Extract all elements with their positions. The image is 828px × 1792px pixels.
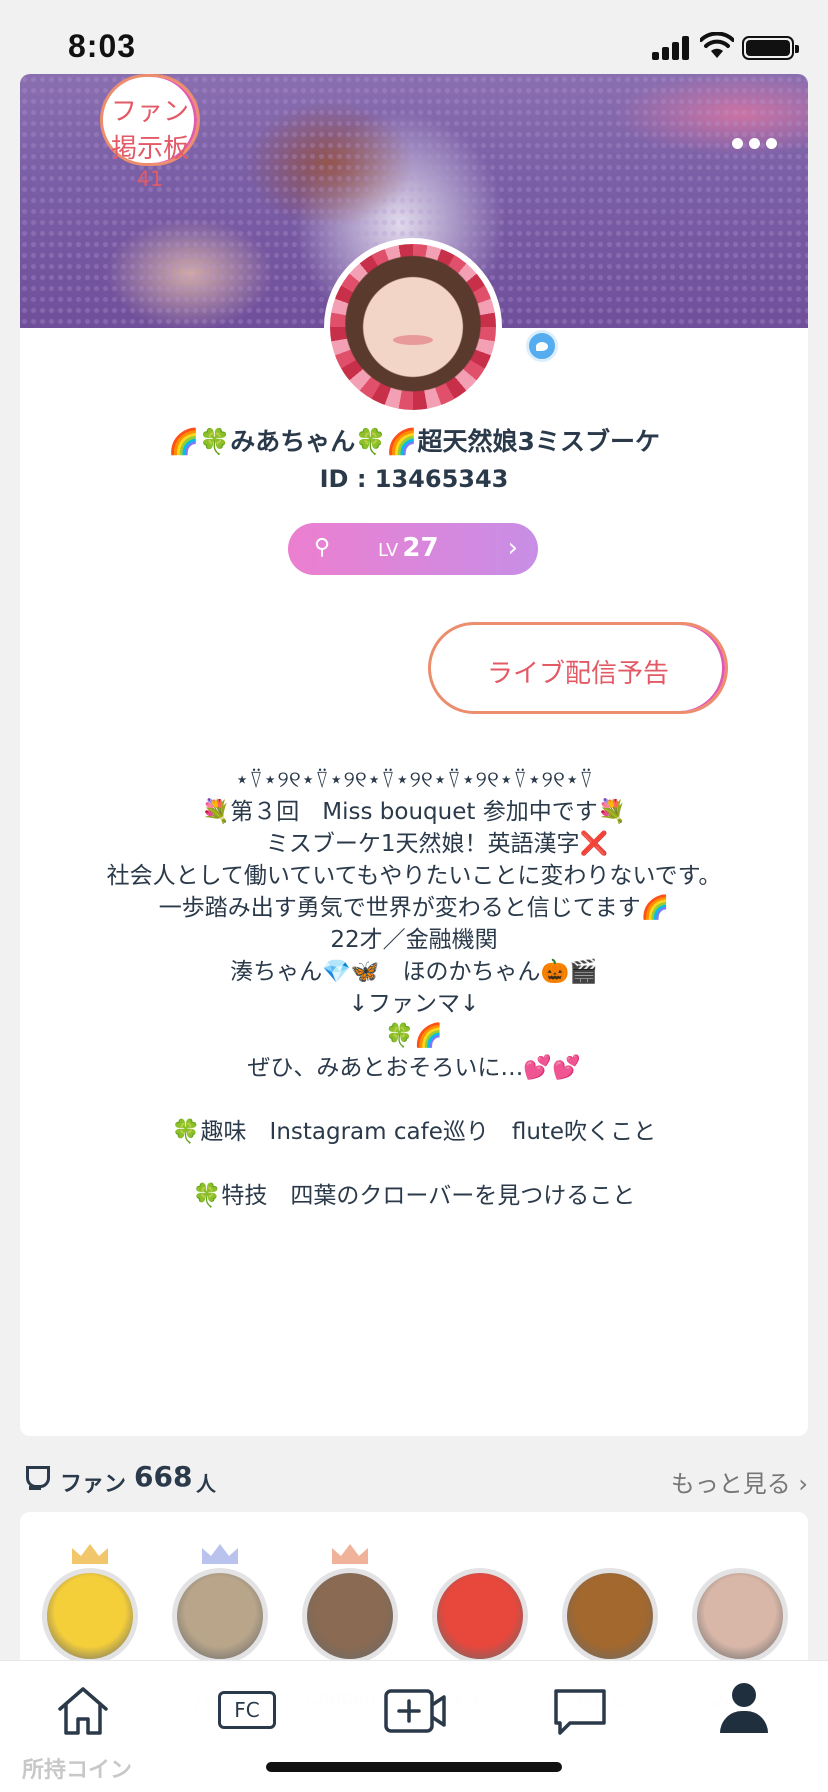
bio-line: 🍀趣味 Instagram cafe巡り flute吹くこと: [171, 1119, 657, 1145]
level-button[interactable]: ⚲ LV 27 ›: [288, 523, 538, 575]
tab-go-live[interactable]: [382, 1683, 448, 1739]
bio-line: ぜひ、みあとおそろいに…💕💕: [247, 1055, 581, 1081]
fans-count: 668: [134, 1460, 193, 1493]
fans-unit: 人: [196, 1472, 216, 1496]
user-icon: [732, 1683, 756, 1707]
coins-label: 所持コイン: [22, 1758, 133, 1783]
bio-line: 💐第３回 Miss bouquet 参加中です💐: [201, 799, 627, 825]
bio-line: ミスブーケ1天然娘！英語漢字❌: [219, 831, 609, 857]
profile-bio: ⋆⍢⋆୨୧⋆⍢⋆୨୧⋆⍢⋆୨୧⋆⍢⋆୨୧⋆⍢⋆୨୧⋆⍢ 💐第３回 Miss bo…: [20, 764, 808, 1212]
chat-icon: [554, 1689, 606, 1735]
battery-icon: [742, 36, 799, 60]
status-time: 8:03: [68, 28, 137, 64]
bio-line: ⋆⍢⋆୨୧⋆⍢⋆୨୧⋆⍢⋆୨୧⋆⍢⋆୨୧⋆⍢⋆୨୧⋆⍢: [234, 767, 594, 793]
more-options-icon[interactable]: [732, 134, 784, 149]
tab-my-page[interactable]: [712, 1683, 778, 1739]
tab-home[interactable]: [50, 1683, 116, 1739]
level-icon: ⚲: [314, 535, 331, 560]
fan-avatar[interactable]: [432, 1568, 528, 1664]
bio-line: 湊ちゃん💎🦋 ほのかちゃん🎃🎬: [230, 959, 598, 985]
live-schedule-button[interactable]: ライブ配信予告: [428, 622, 728, 714]
bio-line: 社会人として働いていてもやりたいことに変わりないです。: [106, 863, 722, 889]
fan-avatar[interactable]: [562, 1568, 658, 1664]
signal-icon: [652, 34, 692, 60]
profile-card: 🌈🍀みあちゃん🍀🌈超天然娘3ミスブーケ ID : 13465343 ⚲ LV 27…: [20, 74, 808, 1436]
fan-board-button[interactable]: ファン掲示板 41: [100, 74, 200, 191]
live-schedule-label: ライブ配信予告: [486, 659, 669, 689]
video-add-icon: [384, 1689, 446, 1733]
fan-avatar[interactable]: [172, 1568, 268, 1664]
bio-line: ↓ファンマ↓: [348, 991, 480, 1017]
fans-header: ファン 668 人 もっと見る ›: [20, 1460, 808, 1500]
status-bar: 8:03: [0, 0, 828, 74]
bio-line: 22才／金融機関: [330, 927, 498, 953]
tab-messages[interactable]: [548, 1683, 614, 1739]
bio-spacer: [20, 1084, 808, 1116]
tab-fanclub[interactable]: FC: [214, 1683, 280, 1739]
crown-icon: [332, 1538, 368, 1564]
bio-line: 🍀特技 四葉のクローバーを見つけること: [192, 1183, 636, 1209]
bio-line: 一歩踏み出す勇気で世界が変わると信じてます🌈: [158, 895, 670, 921]
chevron-right-icon: ›: [507, 533, 518, 563]
profile-nickname: 🌈🍀みあちゃん🍀🌈超天然娘3ミスブーケ: [168, 427, 660, 456]
trophy-icon: [20, 1466, 50, 1492]
fan-board-count: 41: [136, 167, 164, 191]
bio-line: 🍀🌈: [385, 1023, 443, 1049]
fan-avatar[interactable]: [302, 1568, 398, 1664]
home-indicator[interactable]: [266, 1762, 562, 1772]
fans-label: ファン: [60, 1472, 127, 1497]
crown-icon: [72, 1538, 108, 1564]
profile-avatar[interactable]: [324, 238, 502, 416]
home-icon: [58, 1687, 108, 1735]
fanclub-icon: FC: [218, 1691, 276, 1729]
level-label: LV 27: [378, 533, 439, 563]
crown-icon: [202, 1538, 238, 1564]
see-more-link[interactable]: もっと見る ›: [671, 1464, 808, 1499]
twitter-icon[interactable]: [526, 330, 558, 362]
fan-avatar[interactable]: [692, 1568, 788, 1664]
bio-spacer: [20, 1148, 808, 1180]
fan-avatar[interactable]: [42, 1568, 138, 1664]
fan-board-label: ファン掲示板: [110, 97, 189, 164]
wifi-icon: [700, 32, 734, 58]
profile-user-id: ID : 13465343: [319, 465, 509, 493]
